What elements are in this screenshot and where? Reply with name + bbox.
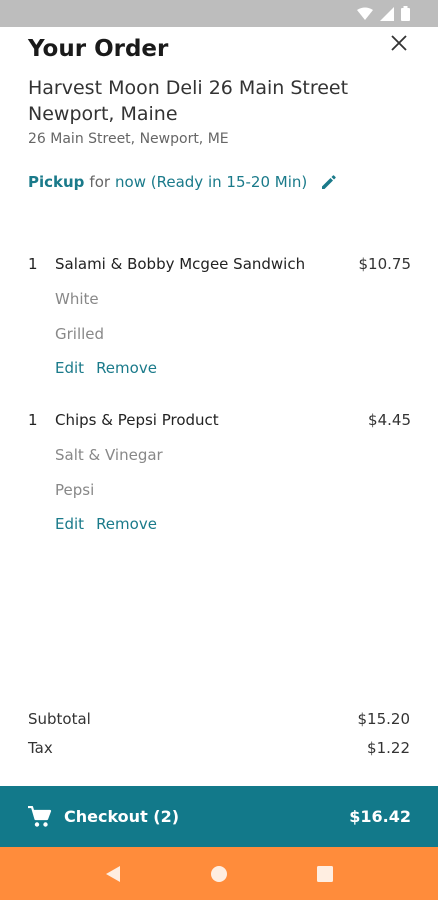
close-icon	[391, 35, 407, 51]
recents-button[interactable]	[305, 854, 345, 894]
edit-pickup-button[interactable]	[319, 172, 339, 192]
edit-item-button[interactable]: Edit	[55, 359, 84, 377]
item-quantity: 1	[28, 411, 38, 429]
pickup-info: Pickup for now (Ready in 15-20 Min)	[28, 172, 339, 192]
item-name: Chips & Pepsi Product	[55, 411, 219, 429]
system-nav-bar	[0, 847, 438, 900]
tax-label: Tax	[28, 739, 53, 757]
recents-square-icon	[317, 865, 333, 882]
back-triangle-icon	[106, 865, 120, 882]
subtotal-label: Subtotal	[28, 710, 91, 728]
page-title: Your Order	[28, 36, 169, 62]
item-option: White	[55, 290, 99, 308]
item-option: Pepsi	[55, 481, 95, 499]
checkout-button[interactable]: Checkout (2) $16.42	[0, 786, 438, 847]
item-option: Grilled	[55, 325, 105, 343]
pencil-icon	[322, 175, 336, 189]
cart-icon	[28, 805, 52, 827]
home-button[interactable]	[199, 854, 239, 894]
edit-item-button[interactable]: Edit	[55, 515, 84, 533]
subtotal-row: Subtotal $15.20	[28, 710, 410, 728]
tax-row: Tax $1.22	[28, 739, 410, 757]
battery-icon	[401, 6, 410, 21]
store-address: 26 Main Street, Newport, ME	[28, 131, 229, 147]
item-name: Salami & Bobby Mcgee Sandwich	[55, 255, 306, 273]
item-quantity: 1	[28, 255, 38, 273]
wifi-icon	[357, 7, 373, 20]
signal-icon	[380, 6, 394, 21]
subtotal-value: $15.20	[357, 710, 411, 728]
status-bar	[0, 0, 438, 27]
checkout-total: $16.42	[349, 807, 411, 826]
checkout-label: Checkout (2)	[64, 807, 180, 826]
pickup-for-label: for	[89, 173, 111, 191]
item-price: $4.45	[368, 411, 411, 429]
item-option: Salt & Vinegar	[55, 446, 163, 464]
store-name: Harvest Moon Deli 26 Main Street Newport…	[28, 77, 349, 125]
pickup-time: now (Ready in 15-20 Min)	[115, 173, 308, 191]
home-circle-icon	[211, 865, 227, 882]
item-price: $10.75	[358, 255, 412, 273]
tax-value: $1.22	[367, 739, 410, 757]
close-button[interactable]	[384, 28, 414, 58]
pickup-method: Pickup	[28, 173, 85, 191]
remove-item-button[interactable]: Remove	[96, 515, 157, 533]
back-button[interactable]	[93, 854, 133, 894]
remove-item-button[interactable]: Remove	[96, 359, 157, 377]
